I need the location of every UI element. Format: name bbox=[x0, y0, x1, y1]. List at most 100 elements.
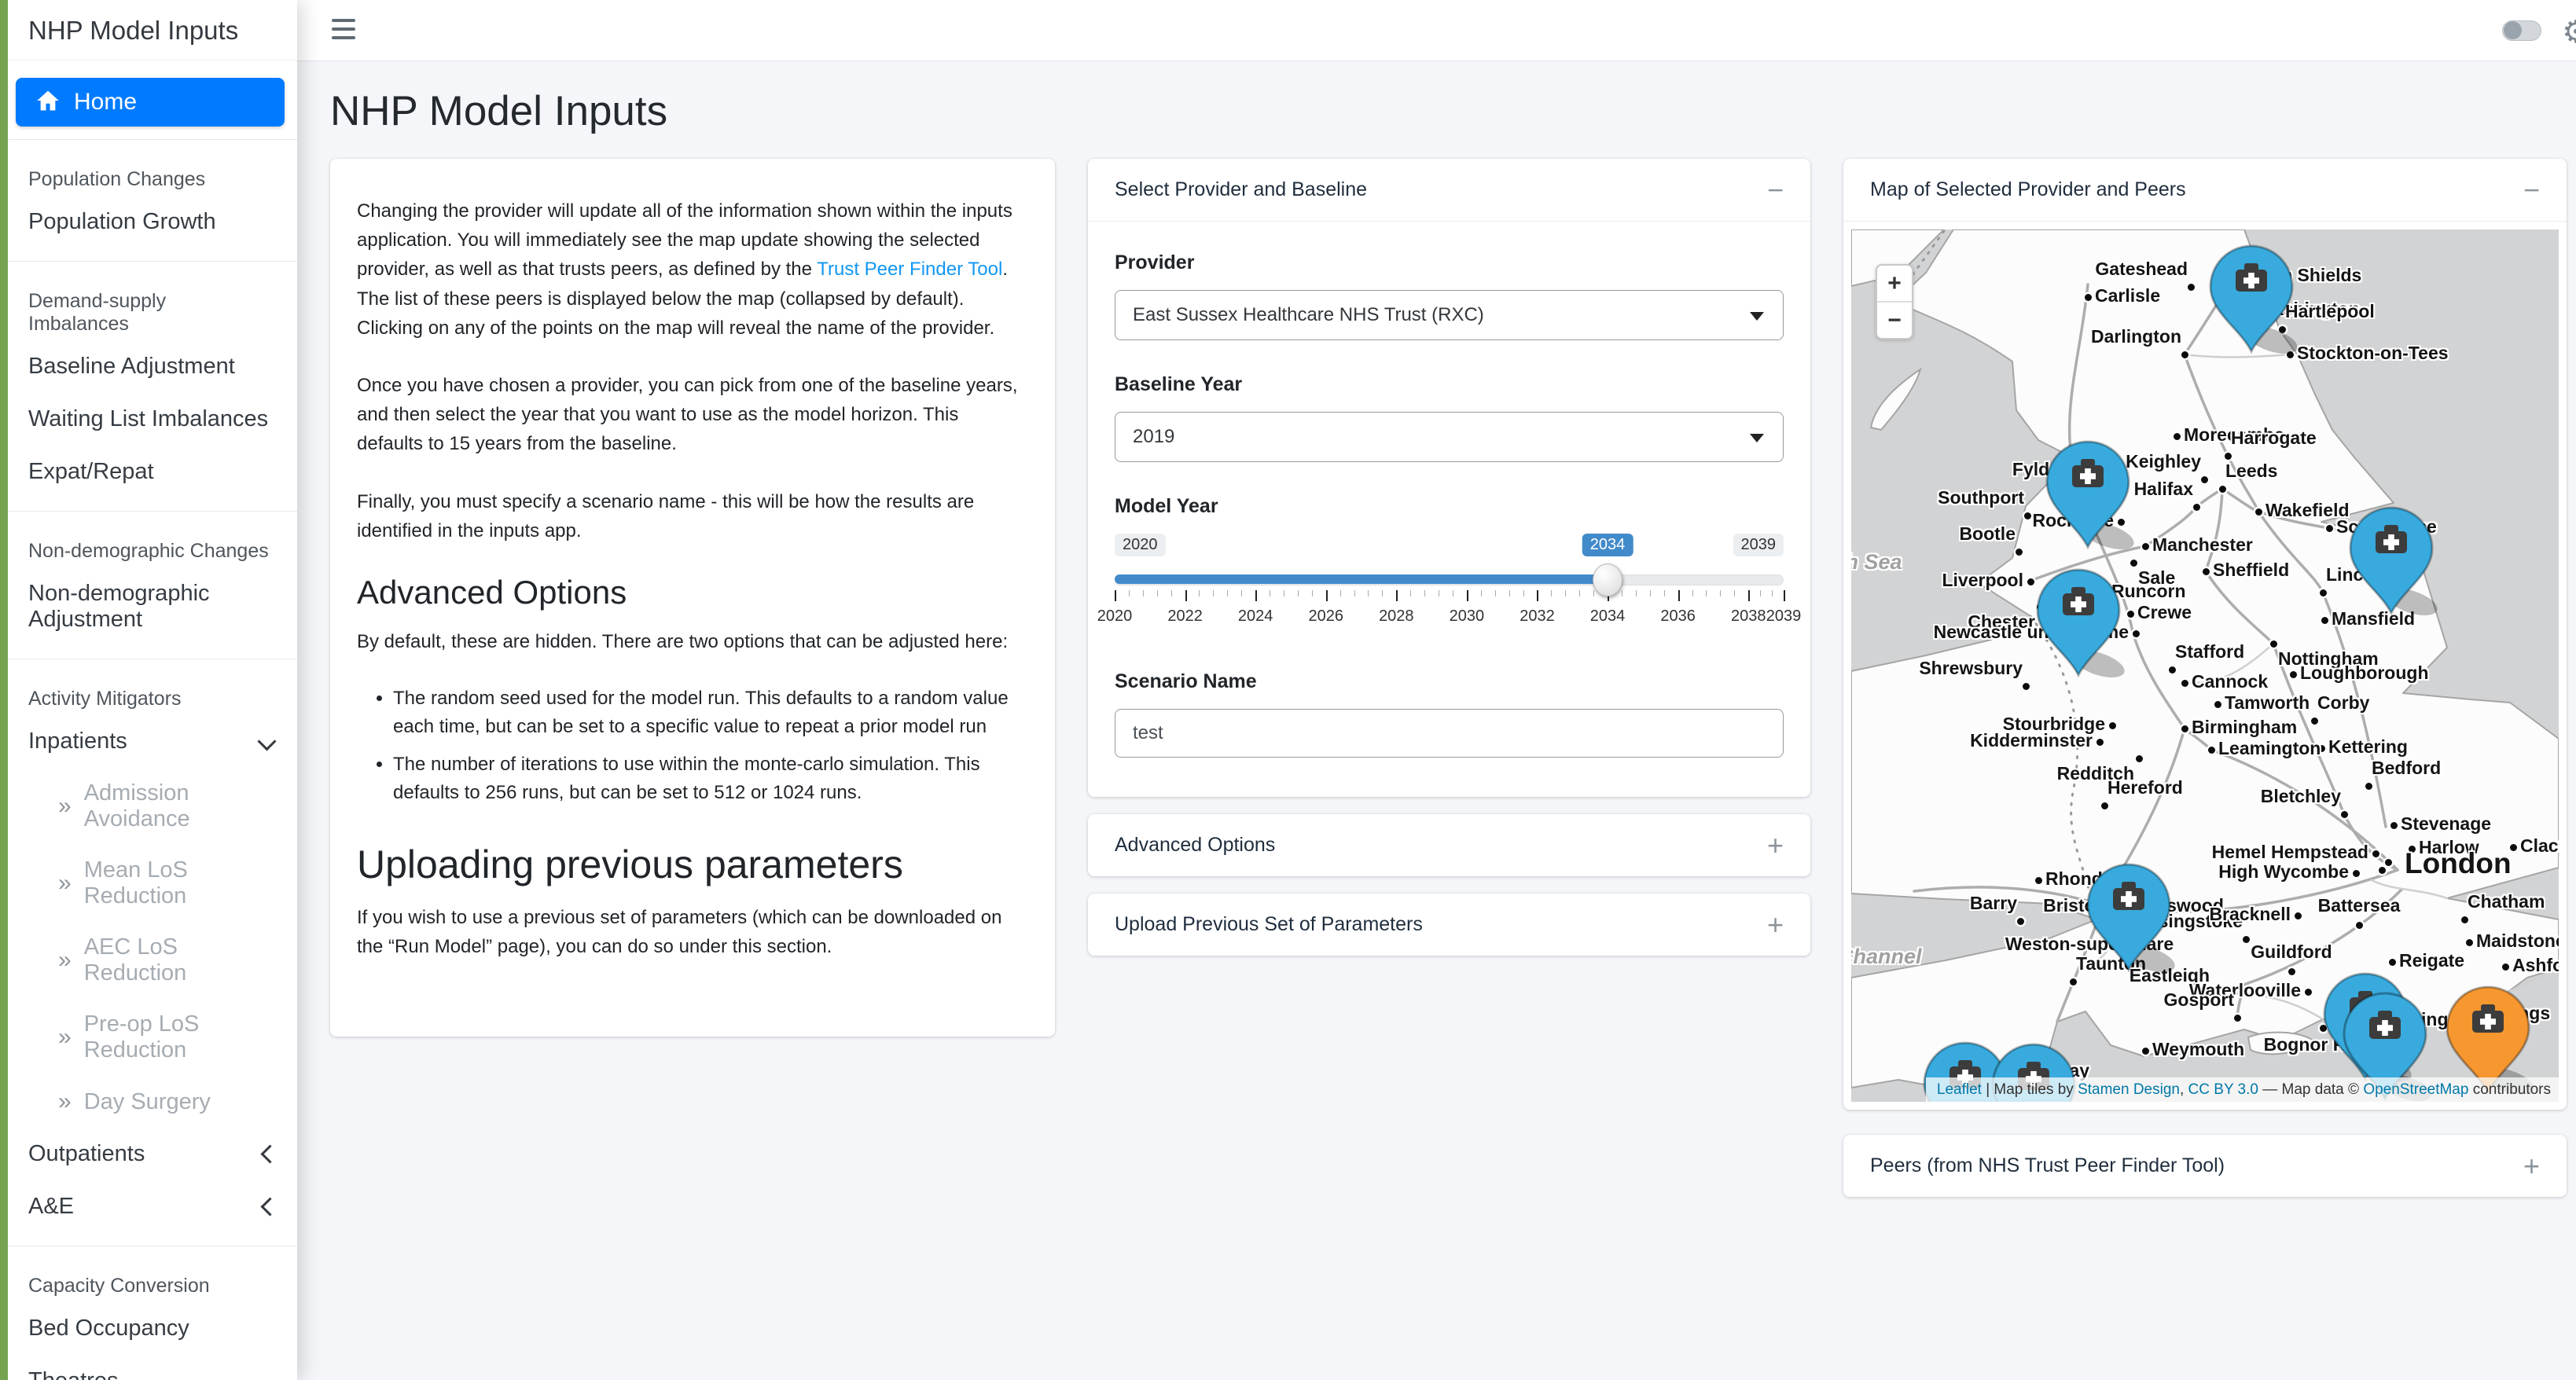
baseline-year-label: Baseline Year bbox=[1115, 373, 1784, 396]
cc-by-link[interactable]: CC BY 3.0 bbox=[2188, 1081, 2258, 1098]
peer-provider-marker[interactable] bbox=[2045, 419, 2088, 478]
model-year-slider[interactable]: 2020 2039 2034 2020202220242026202820302… bbox=[1115, 534, 1784, 644]
sidebar-brand-title: NHP Model Inputs bbox=[0, 0, 297, 61]
city-dot bbox=[2142, 543, 2149, 550]
baseline-year-select[interactable]: 2019 bbox=[1115, 412, 1784, 462]
expand-icon[interactable]: + bbox=[2523, 1152, 2540, 1180]
chevron-down-icon bbox=[1750, 434, 1764, 442]
slider-tick-label: 2026 bbox=[1308, 607, 1343, 626]
sidebar-item-expat-repat[interactable]: Expat/Repat bbox=[0, 446, 297, 498]
list-item: The random seed used for the model run. … bbox=[393, 684, 1028, 741]
peer-provider-marker[interactable] bbox=[1923, 1020, 1965, 1079]
collapse-icon[interactable]: − bbox=[2523, 176, 2540, 204]
gear-icon[interactable]: ⚙ bbox=[2562, 14, 2576, 50]
map-attribution: Leaflet | Map tiles by Stamen Design, CC… bbox=[1926, 1077, 2559, 1102]
city-dot bbox=[2203, 568, 2210, 575]
sidebar-item-inpatients[interactable]: Inpatients bbox=[0, 715, 297, 768]
zoom-out-button[interactable]: − bbox=[1877, 303, 1912, 338]
city-dot bbox=[2466, 939, 2473, 946]
double-chevron-right-icon: » bbox=[58, 793, 72, 820]
peer-provider-marker[interactable] bbox=[1991, 1022, 2034, 1081]
sidebar-item-population-growth[interactable]: Population Growth bbox=[0, 196, 297, 248]
divider bbox=[0, 139, 297, 140]
scenario-name-input[interactable]: test bbox=[1115, 709, 1784, 758]
map-city-southport: Southport bbox=[1938, 487, 2024, 508]
sidebar-item-non-demographic-adjustment[interactable]: Non-demographic Adjustment bbox=[0, 567, 297, 646]
stamen-design-link[interactable]: Stamen Design bbox=[2078, 1081, 2180, 1098]
slider-tick-label: 2022 bbox=[1167, 607, 1203, 626]
map-city-tamworth: Tamworth bbox=[2225, 692, 2310, 714]
sidebar-item-outpatients[interactable]: Outpatients bbox=[0, 1128, 297, 1180]
intro-paragraph-2: Once you have chosen a provider, you can… bbox=[357, 371, 1028, 459]
collapse-icon[interactable]: − bbox=[1767, 176, 1784, 204]
sidebar-item-label: Theatres bbox=[28, 1368, 118, 1380]
advanced-options-list: The random seed used for the model run. … bbox=[363, 684, 1028, 807]
dark-mode-toggle[interactable] bbox=[2502, 20, 2541, 41]
provider-select[interactable]: East Sussex Healthcare NHS Trust (RXC) bbox=[1115, 290, 1784, 340]
sidebar-item-label: Inpatients bbox=[28, 729, 127, 754]
chevron-left-icon bbox=[263, 1194, 274, 1220]
sea-label-english-channel: English Channel bbox=[1851, 945, 1922, 969]
leaflet-map[interactable]: Irish Sea English Channel GatesheadSouth… bbox=[1851, 229, 2559, 1102]
advanced-options-intro: By default, these are hidden. There are … bbox=[357, 627, 1028, 656]
sidebar-item-bed-occupancy[interactable]: Bed Occupancy bbox=[0, 1302, 297, 1355]
sidebar-item-theatres[interactable]: Theatres bbox=[0, 1355, 297, 1380]
map-city-leamington: Leamington bbox=[2218, 738, 2321, 759]
trust-peer-finder-link[interactable]: Trust Peer Finder Tool bbox=[817, 259, 1002, 280]
chevron-down-icon bbox=[260, 729, 274, 754]
sidebar-item-label: A&E bbox=[28, 1194, 74, 1220]
city-dot bbox=[2353, 870, 2360, 877]
sidebar-item-label: Waiting List Imbalances bbox=[28, 406, 268, 432]
city-dot bbox=[2142, 1048, 2149, 1055]
city-dot bbox=[2320, 589, 2327, 596]
sidebar-item-admission-avoidance[interactable]: » Admission Avoidance bbox=[0, 768, 297, 845]
sidebar-item-mean-los-reduction[interactable]: »Mean LoS Reduction bbox=[0, 845, 297, 922]
map-city-corby: Corby bbox=[2317, 692, 2369, 714]
sidebar-item-waiting-list-imbalances[interactable]: Waiting List Imbalances bbox=[0, 393, 297, 446]
sidebar-item-label: Bed Occupancy bbox=[28, 1316, 189, 1341]
peer-provider-marker[interactable] bbox=[2086, 842, 2129, 901]
map-city-bletchley: Bletchley bbox=[2261, 786, 2341, 807]
city-dot bbox=[2243, 936, 2250, 943]
city-dot bbox=[2510, 844, 2517, 851]
sidebar-item-baseline-adjustment[interactable]: Baseline Adjustment bbox=[0, 340, 297, 393]
sidebar-item-label: Admission Avoidance bbox=[84, 780, 274, 832]
slider-grid: 2020202220242026202820302032203420362038… bbox=[1115, 590, 1784, 637]
upload-parameters-card: Upload Previous Set of Parameters + bbox=[1088, 894, 1810, 956]
map-city-high-wycombe: High Wycombe bbox=[2218, 861, 2349, 883]
divider bbox=[0, 261, 297, 262]
sidebar-item-day-surgery[interactable]: »Day Surgery bbox=[0, 1076, 297, 1128]
city-dot bbox=[2109, 722, 2116, 729]
selected-provider-marker[interactable] bbox=[2446, 964, 2488, 1023]
zoom-in-button[interactable]: + bbox=[1877, 266, 1912, 303]
chevron-left-icon bbox=[263, 1141, 274, 1167]
sidebar-item-aec-los-reduction[interactable]: »AEC LoS Reduction bbox=[0, 922, 297, 999]
slider-handle[interactable] bbox=[1593, 563, 1622, 596]
peer-provider-marker[interactable] bbox=[2209, 229, 2251, 282]
double-chevron-right-icon: » bbox=[58, 947, 72, 974]
expand-icon[interactable]: + bbox=[1767, 911, 1784, 939]
city-dot bbox=[2219, 486, 2226, 493]
leaflet-link[interactable]: Leaflet bbox=[1937, 1081, 1982, 1098]
sidebar-item-home[interactable]: Home bbox=[16, 78, 285, 127]
openstreetmap-link[interactable]: OpenStreetMap bbox=[2363, 1081, 2468, 1098]
map-city-weymouth: Weymouth bbox=[2152, 1039, 2244, 1060]
city-dot bbox=[2169, 666, 2176, 673]
city-dot bbox=[2201, 476, 2208, 483]
city-dot bbox=[2214, 701, 2221, 708]
card-title: Map of Selected Provider and Peers bbox=[1870, 178, 2186, 201]
divider bbox=[0, 511, 297, 512]
sidebar-toggle-button[interactable] bbox=[332, 19, 355, 39]
sidebar-item-pre-op-los-reduction[interactable]: »Pre-op LoS Reduction bbox=[0, 999, 297, 1076]
peer-provider-marker[interactable] bbox=[2349, 485, 2391, 544]
chevron-down-icon bbox=[1750, 312, 1764, 321]
city-dot bbox=[2024, 512, 2031, 519]
expand-icon[interactable]: + bbox=[1767, 831, 1784, 860]
peer-provider-marker[interactable] bbox=[2036, 547, 2078, 606]
sidebar-item-a-e[interactable]: A&E bbox=[0, 1180, 297, 1233]
peer-provider-marker[interactable] bbox=[2343, 971, 2385, 1029]
city-dot bbox=[2023, 683, 2030, 690]
city-dot bbox=[2365, 783, 2372, 790]
city-dot bbox=[2326, 525, 2333, 532]
map-city-shrewsbury: Shrewsbury bbox=[1919, 658, 2023, 679]
